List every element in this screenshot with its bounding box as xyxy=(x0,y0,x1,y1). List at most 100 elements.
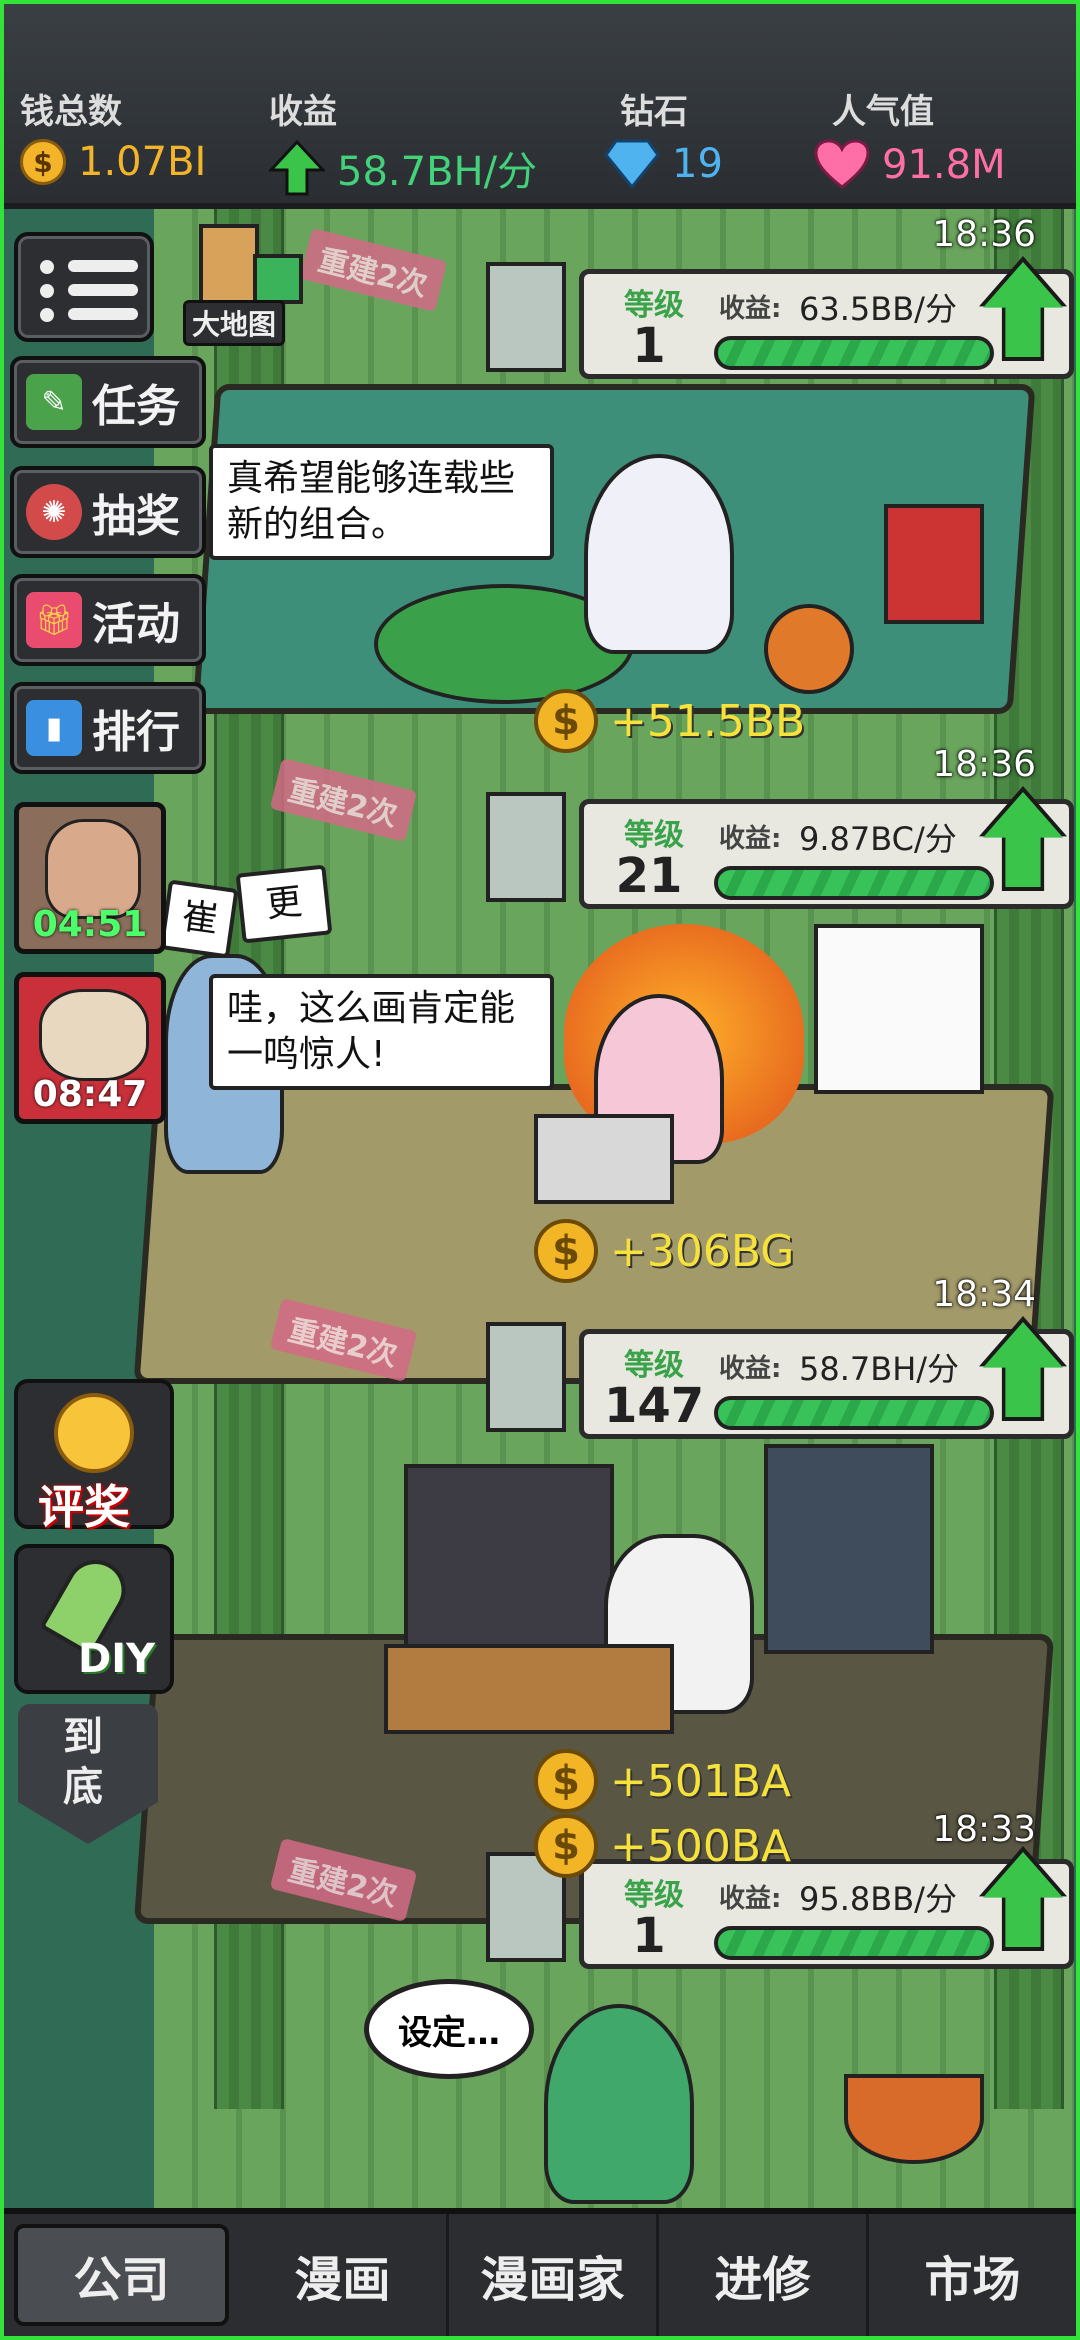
arrow-up-icon xyxy=(269,140,325,196)
lottery-icon: ✺ xyxy=(26,484,82,540)
tab-company[interactable]: 公司 xyxy=(14,2224,229,2326)
tab-training[interactable]: 进修 xyxy=(659,2214,869,2336)
coin-icon: $ xyxy=(534,689,598,753)
coin-icon: $ xyxy=(534,1814,598,1878)
upgrade-button[interactable] xyxy=(983,1852,1063,1947)
money-value: 1.07BI xyxy=(78,139,207,185)
lottery-button[interactable]: ✺ 抽奖 xyxy=(10,466,206,558)
income-value: 63.5BB/分 xyxy=(799,290,957,328)
income-pop-value: +306BG xyxy=(610,1225,795,1277)
tab-artists[interactable]: 漫画家 xyxy=(449,2214,659,2336)
floor-level-panel[interactable]: 等级 21 收益: 9.87BC/分 xyxy=(579,786,1074,909)
income-pop-value: +51.5BB xyxy=(610,695,806,747)
progress-bar xyxy=(714,1396,994,1430)
coin-icon: $ xyxy=(534,1749,598,1813)
artist-character[interactable] xyxy=(584,454,734,654)
events-button[interactable]: 🎁︎ 活动 xyxy=(10,574,206,666)
diamond-stat: 钻石 19 xyxy=(604,84,723,189)
income-pop[interactable]: $ +306BG xyxy=(534,1219,794,1283)
armor-decoration xyxy=(764,1444,934,1654)
diy-button[interactable]: DIY xyxy=(14,1544,174,1694)
income-label: 收益 xyxy=(269,92,337,132)
diy-label: DIY xyxy=(78,1636,156,1682)
award-button[interactable]: 评奖 xyxy=(14,1379,174,1534)
upgrade-button[interactable] xyxy=(983,792,1063,887)
map-label: 大地图 xyxy=(183,300,286,346)
artist-portrait[interactable] xyxy=(486,792,566,902)
artist-character[interactable] xyxy=(544,2004,694,2204)
protest-sign: 更 xyxy=(235,864,333,944)
diamond-label: 钻石 xyxy=(620,92,688,132)
menu-button[interactable] xyxy=(14,232,154,342)
income-stat: 收益 58.7BH/分 xyxy=(269,84,537,197)
clipboard-icon: ✎ xyxy=(26,374,82,430)
level-value: 21 xyxy=(615,848,683,904)
income-pop[interactable]: $ +51.5BB xyxy=(534,689,805,753)
income-pop-value: +501BA xyxy=(610,1755,792,1807)
floor-time: 18:36 xyxy=(932,744,1036,785)
timer-text: 04:51 xyxy=(32,904,148,945)
income-label: 收益: xyxy=(719,824,782,854)
tasks-label: 任务 xyxy=(92,381,180,432)
diamond-icon xyxy=(604,139,660,189)
top-status-bar: 钱总数 $ 1.07BI 收益 58.7BH/分 钻石 19 人气值 91.8M xyxy=(4,4,1076,209)
money-stat: 钱总数 $ 1.07BI xyxy=(20,84,206,185)
upgrade-button[interactable] xyxy=(983,262,1063,357)
popularity-value: 91.8M xyxy=(882,142,1006,188)
diamond-value: 19 xyxy=(672,141,723,187)
level-value: 1 xyxy=(632,318,666,374)
events-label: 活动 xyxy=(92,599,180,650)
floor-level-panel[interactable]: 等级 1 收益: 63.5BB/分 xyxy=(579,256,1074,379)
trophy-icon xyxy=(54,1393,134,1473)
protest-sign: 崔 xyxy=(159,879,239,959)
food-bowl-icon xyxy=(844,2074,984,2164)
floor-time: 18:34 xyxy=(932,1274,1036,1315)
income-pop-value: +500BA xyxy=(610,1820,792,1872)
income-pop[interactable]: $ +500BA xyxy=(534,1814,791,1878)
floor-level-panel[interactable]: 等级 147 收益: 58.7BH/分 xyxy=(579,1316,1074,1439)
income-label: 收益: xyxy=(719,294,782,324)
popularity-stat: 人气值 91.8M xyxy=(814,84,1006,191)
ranking-label: 排行 xyxy=(92,707,180,758)
award-label: 评奖 xyxy=(38,1480,130,1534)
income-value: 95.8BB/分 xyxy=(799,1880,957,1918)
timed-reward-card[interactable]: 08:47 xyxy=(14,972,166,1124)
popularity-label: 人气值 xyxy=(832,92,934,132)
basketball-icon xyxy=(764,604,854,694)
income-label: 收益: xyxy=(719,1884,782,1914)
ranking-button[interactable]: ▮ 排行 xyxy=(10,682,206,774)
game-screen: 重建2次 重建2次 重建2次 重建2次 18:36 等级 1 收益: 63.5B… xyxy=(4,4,1076,2336)
scroll-bottom-label: 到底 xyxy=(63,1714,103,1810)
cat-portrait-icon xyxy=(39,989,149,1081)
bar-chart-icon: ▮ xyxy=(26,700,82,756)
income-pop[interactable]: $ +501BA xyxy=(534,1749,791,1813)
floor-time: 18:33 xyxy=(932,1809,1036,1850)
timed-reward-card[interactable]: 04:51 xyxy=(14,802,166,954)
speech-bubble: 设定… xyxy=(364,1979,534,2079)
progress-bar xyxy=(714,336,994,370)
upgrade-button[interactable] xyxy=(983,1322,1063,1417)
artist-portrait[interactable] xyxy=(486,262,566,372)
progress-bar xyxy=(714,866,994,900)
world-map-button[interactable]: 大地图 xyxy=(179,224,319,346)
income-value: 9.87BC/分 xyxy=(799,820,957,858)
income-value: 58.7BH/分 xyxy=(337,149,538,195)
heart-icon xyxy=(814,139,870,189)
tab-market[interactable]: 市场 xyxy=(869,2214,1076,2336)
level-value: 1 xyxy=(632,1908,666,1964)
desk-icon xyxy=(384,1644,674,1734)
tasks-button[interactable]: ✎ 任务 xyxy=(10,356,206,448)
timer-text: 08:47 xyxy=(32,1074,148,1115)
artist-portrait[interactable] xyxy=(486,1322,566,1432)
bottom-navigation: 公司 漫画 漫画家 进修 市场 xyxy=(4,2208,1076,2336)
income-label: 收益: xyxy=(719,1354,782,1384)
coin-icon: $ xyxy=(534,1219,598,1283)
laptop-icon xyxy=(534,1114,674,1204)
whiteboard-icon xyxy=(814,924,984,1094)
tab-comics[interactable]: 漫画 xyxy=(239,2214,449,2336)
speech-bubble: 真希望能够连载些新的组合。 xyxy=(209,444,554,560)
coin-icon: $ xyxy=(20,139,66,185)
money-label: 钱总数 xyxy=(20,92,122,132)
scroll-bottom-button[interactable]: 到底 xyxy=(18,1704,158,1844)
progress-bar xyxy=(714,1926,994,1960)
